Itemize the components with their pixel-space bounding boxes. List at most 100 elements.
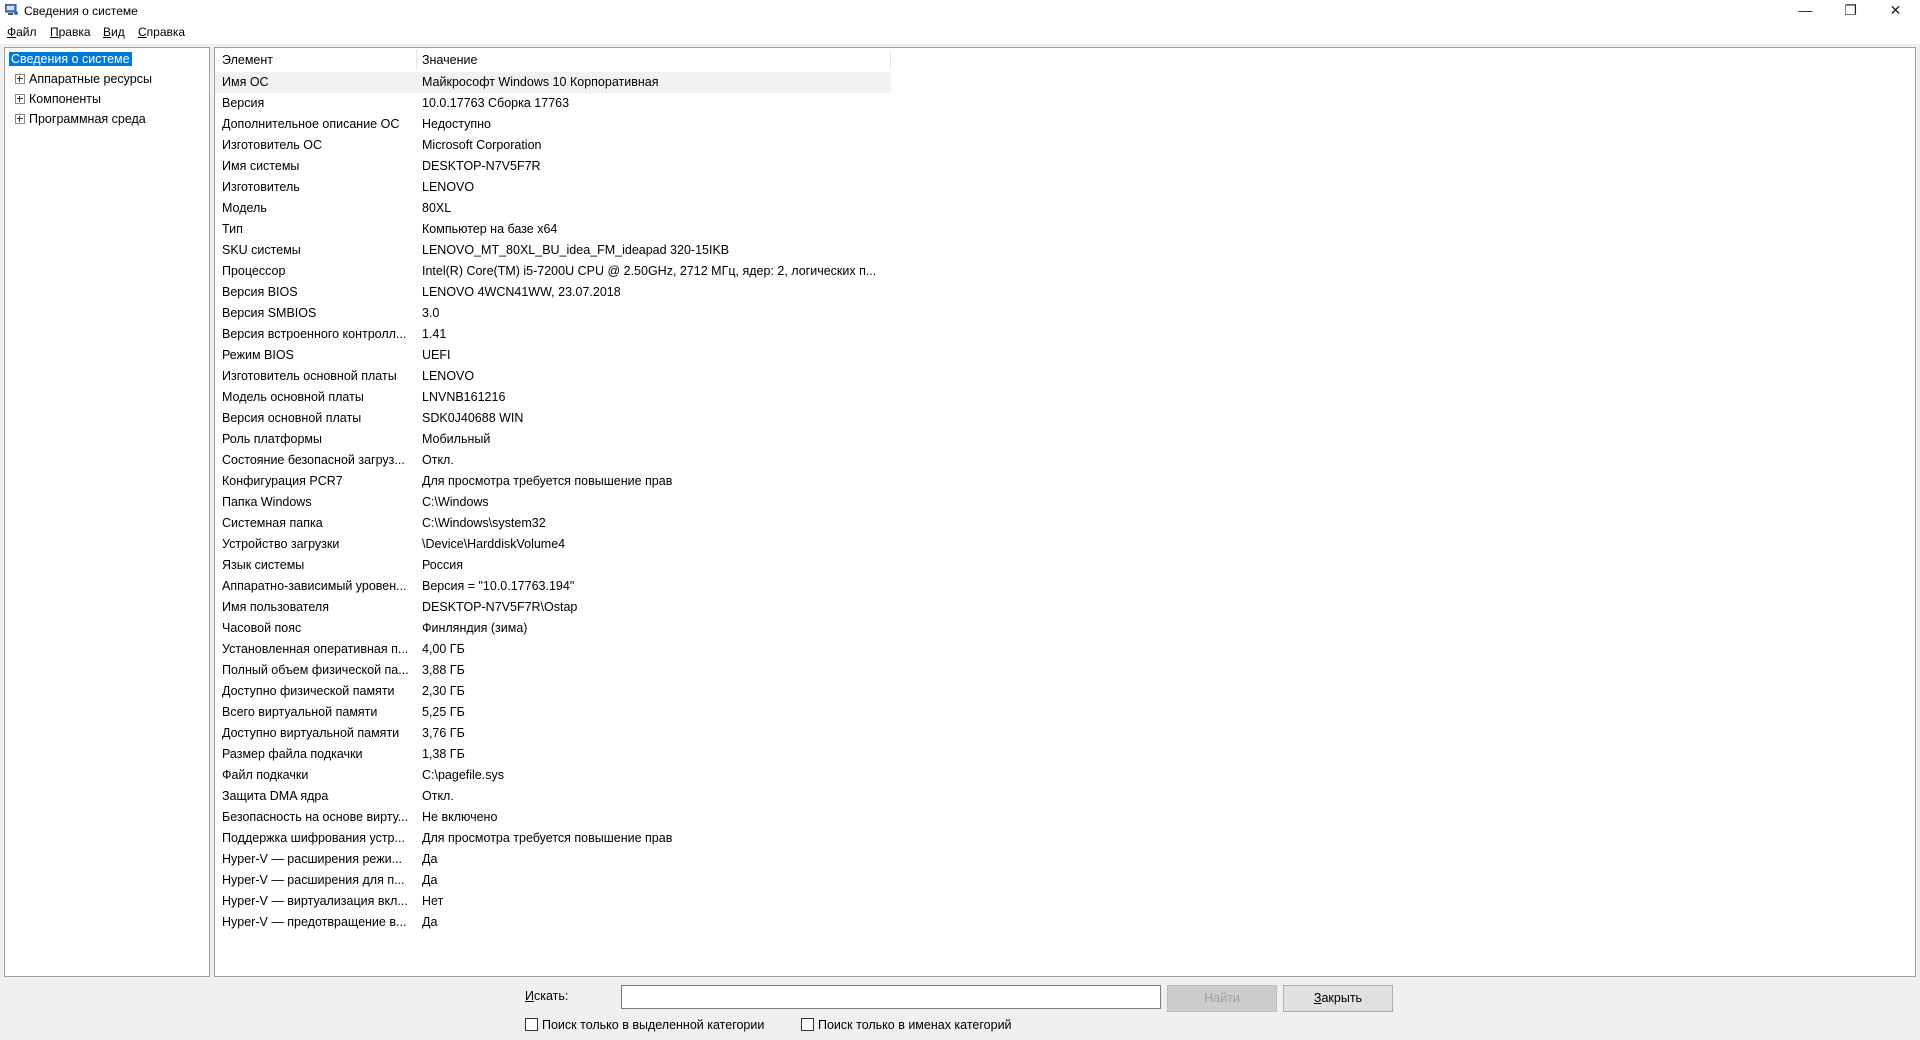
table-row[interactable]: Всего виртуальной памяти 5,25 ГБ (215, 702, 895, 723)
row-item-value: Россия (422, 558, 463, 572)
table-row[interactable]: Защита DMA ядра Откл. (215, 786, 895, 807)
row-item-name: Версия (222, 96, 265, 110)
expand-icon[interactable] (15, 113, 25, 124)
table-row[interactable]: Аппаратно-зависимый уровен... Версия = "1… (215, 576, 895, 597)
category-tree[interactable]: Сведения о системе Аппаратные ресурсы Ко… (4, 47, 210, 977)
row-item-value: LENOVO 4WCN41WW, 23.07.2018 (422, 285, 621, 299)
row-item-name: Дополнительное описание ОС (222, 117, 400, 131)
row-item-value: \Device\HarddiskVolume4 (422, 537, 566, 551)
table-row[interactable]: Модель основной платы LNVNB161216 (215, 387, 895, 408)
table-row[interactable]: Полный объем физической па... 3,88 ГБ (215, 660, 895, 681)
table-row[interactable]: Процессор Intel(R) Core(TM) i5-7200U CPU … (215, 261, 895, 282)
search-selected-category-checkbox[interactable] (525, 1018, 538, 1032)
row-item-value: UEFI (422, 348, 451, 362)
restore-button[interactable]: ❐ (1828, 0, 1873, 22)
table-row[interactable]: Доступно физической памяти 2,30 ГБ (215, 681, 895, 702)
row-item-name: Часовой пояс (222, 621, 302, 635)
find-button[interactable]: Найти (1167, 985, 1277, 1012)
row-item-name: Версия SMBIOS (222, 306, 317, 320)
row-item-name: Изготовитель основной платы (222, 369, 397, 383)
row-item-name: Состояние безопасной загруз... (222, 453, 405, 467)
table-row[interactable]: Размер файла подкачки 1,38 ГБ (215, 744, 895, 765)
table-row[interactable]: Hyper-V — виртуализация вкл... Нет (215, 891, 895, 912)
table-row[interactable]: Версия SMBIOS 3.0 (215, 303, 895, 324)
row-item-name: Модель основной платы (222, 390, 364, 404)
window-title: Сведения о системе (24, 4, 138, 18)
row-item-value: Версия = "10.0.17763.194" (422, 579, 575, 593)
table-row[interactable]: Поддержка шифрования устр... Для просмотр… (215, 828, 895, 849)
table-row[interactable]: Имя системы DESKTOP-N7V5F7R (215, 156, 895, 177)
table-row[interactable]: Системная папка C:\Windows\system32 (215, 513, 895, 534)
row-item-name: Установленная оперативная п... (222, 642, 409, 656)
table-row[interactable]: Hyper-V — расширения для п... Да (215, 870, 895, 891)
search-input[interactable] (621, 985, 1161, 1009)
table-row[interactable]: Установленная оперативная п... 4,00 ГБ (215, 639, 895, 660)
minimize-button[interactable]: — (1783, 0, 1828, 22)
search-category-names-checkbox[interactable] (801, 1018, 814, 1032)
column-header-item[interactable]: Элемент (222, 50, 273, 70)
row-item-name: Hyper-V — виртуализация вкл... (222, 894, 408, 908)
table-row[interactable]: Имя ОС Майкрософт Windows 10 Корпоративна… (215, 72, 891, 93)
row-item-value: Откл. (422, 789, 454, 803)
table-row[interactable]: Состояние безопасной загруз... Откл. (215, 450, 895, 471)
menu-edit[interactable]: Правка (50, 25, 91, 39)
column-header-value[interactable]: Значение (422, 50, 477, 70)
table-row[interactable]: Версия 10.0.17763 Сборка 17763 (215, 93, 895, 114)
menu-file[interactable]: Файл (7, 25, 37, 39)
row-item-name: Имя пользователя (222, 600, 329, 614)
row-item-value: SDK0J40688 WIN (422, 411, 524, 425)
row-item-value: 4,00 ГБ (422, 642, 465, 656)
row-item-name: Hyper-V — расширения для п... (222, 873, 405, 887)
close-button[interactable]: Закрыть (1283, 985, 1393, 1012)
tree-item-hardware-resources[interactable]: Аппаратные ресурсы (9, 70, 152, 88)
table-row[interactable]: Режим BIOS UEFI (215, 345, 895, 366)
table-row[interactable]: Роль платформы Мобильный (215, 429, 895, 450)
table-row[interactable]: Изготовитель LENOVO (215, 177, 895, 198)
row-item-value: 1.41 (422, 327, 447, 341)
search-category-names-option[interactable]: Поиск только в именах категорий (801, 1018, 1012, 1032)
table-row[interactable]: Тип Компьютер на базе x64 (215, 219, 895, 240)
table-row[interactable]: Имя пользователя DESKTOP-N7V5F7R\Ostap (215, 597, 895, 618)
expand-icon[interactable] (15, 73, 25, 84)
table-row[interactable]: SKU системы LENOVO_MT_80XL_BU_idea_FM_ide… (215, 240, 895, 261)
table-row[interactable]: Hyper-V — предотвращение в... Да (215, 912, 895, 933)
table-row[interactable]: Версия основной платы SDK0J40688 WIN (215, 408, 895, 429)
table-row[interactable]: Безопасность на основе вирту... Не включе… (215, 807, 895, 828)
table-row[interactable]: Версия BIOS LENOVO 4WCN41WW, 23.07.2018 (215, 282, 895, 303)
menu-view[interactable]: Вид (103, 25, 125, 39)
table-row[interactable]: Устройство загрузки \Device\HarddiskVolum… (215, 534, 895, 555)
system-info-app-icon (5, 4, 18, 15)
table-row[interactable]: Конфигурация PCR7 Для просмотра требуется… (215, 471, 895, 492)
table-row[interactable]: Изготовитель основной платы LENOVO (215, 366, 895, 387)
details-list[interactable]: Элемент Значение Имя ОС Майкрософт Window… (214, 47, 1916, 977)
row-item-value: Компьютер на базе x64 (422, 222, 558, 236)
row-item-value: LNVNB161216 (422, 390, 506, 404)
table-row[interactable]: Язык системы Россия (215, 555, 895, 576)
tree-item-software-environment[interactable]: Программная среда (9, 110, 146, 128)
tree-item-system-summary[interactable]: Сведения о системе (9, 50, 132, 68)
table-row[interactable]: Дополнительное описание ОС Недоступно (215, 114, 895, 135)
table-row[interactable]: Версия встроенного контролл... 1.41 (215, 324, 895, 345)
column-separator[interactable] (416, 50, 417, 70)
search-selected-category-option[interactable]: Поиск только в выделенной категории (525, 1018, 764, 1032)
row-item-name: SKU системы (222, 243, 301, 257)
table-row[interactable]: Часовой пояс Финляндия (зима) (215, 618, 895, 639)
table-row[interactable]: Файл подкачки C:\pagefile.sys (215, 765, 895, 786)
table-row[interactable]: Папка Windows C:\Windows (215, 492, 895, 513)
row-item-value: 10.0.17763 Сборка 17763 (422, 96, 570, 110)
close-window-button[interactable]: ✕ (1873, 0, 1918, 22)
row-item-name: Режим BIOS (222, 348, 294, 362)
row-item-name: Hyper-V — предотвращение в... (222, 915, 407, 929)
menu-help[interactable]: Справка (138, 25, 185, 39)
row-item-name: Имя ОС (222, 75, 269, 89)
row-item-value: Мобильный (422, 432, 491, 446)
table-row[interactable]: Модель 80XL (215, 198, 895, 219)
table-row[interactable]: Hyper-V — расширения режи... Да (215, 849, 895, 870)
column-separator[interactable] (890, 50, 891, 70)
expand-icon[interactable] (15, 93, 25, 104)
tree-item-components[interactable]: Компоненты (9, 90, 101, 108)
table-row[interactable]: Доступно виртуальной памяти 3,76 ГБ (215, 723, 895, 744)
row-item-value: Майкрософт Windows 10 Корпоративная (422, 75, 659, 89)
search-label: Искать: (525, 989, 569, 1003)
table-row[interactable]: Изготовитель ОС Microsoft Corporation (215, 135, 895, 156)
